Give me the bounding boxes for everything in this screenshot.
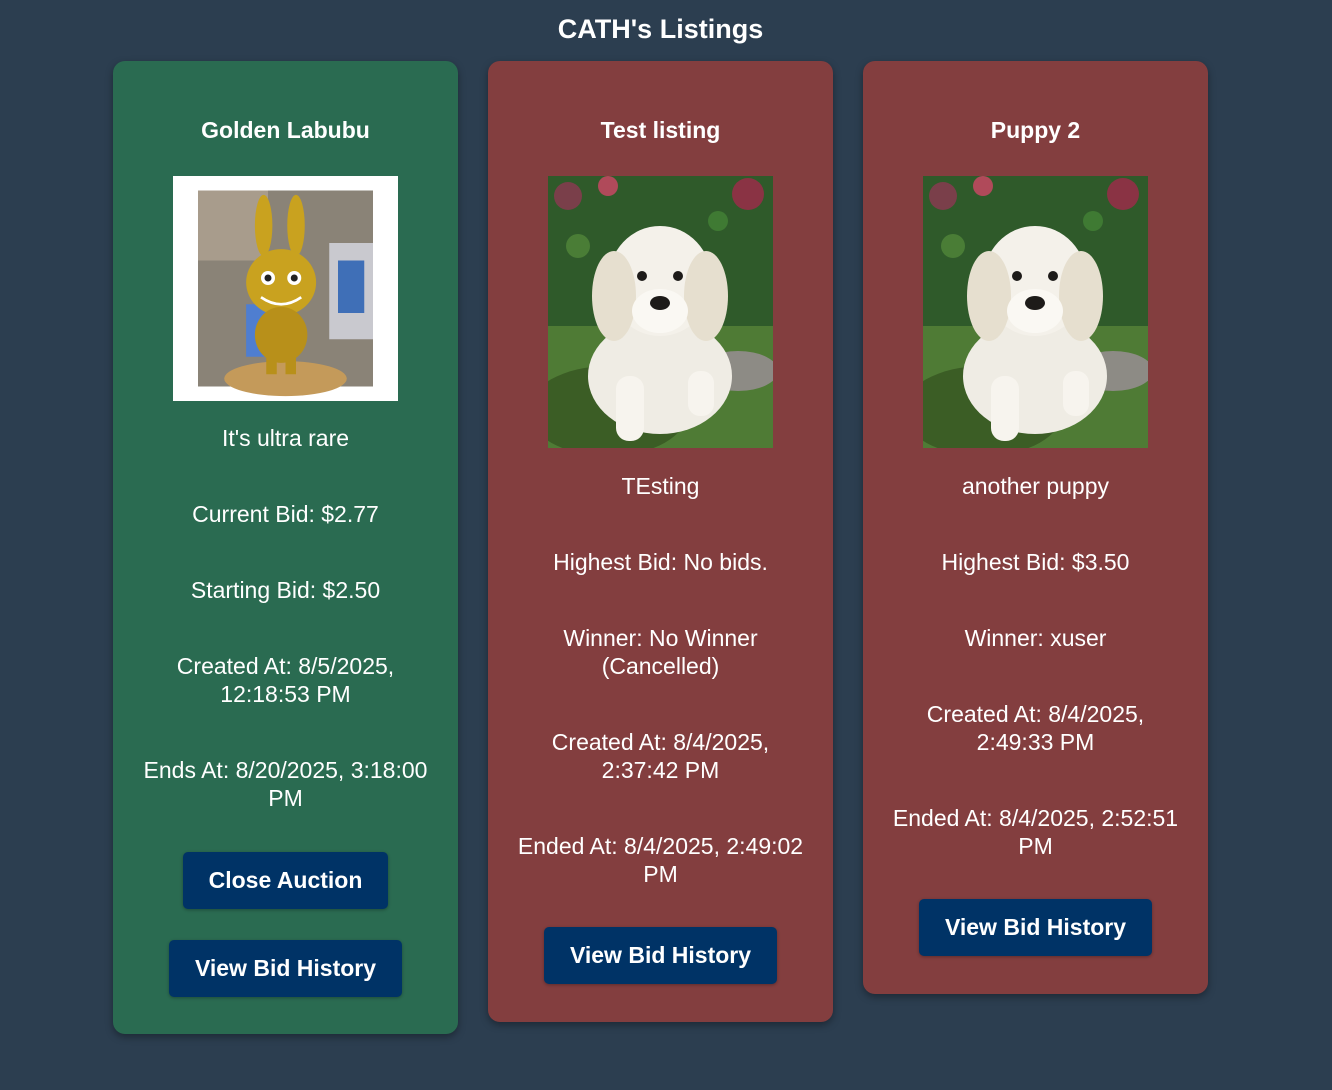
listing-image	[173, 176, 398, 401]
golden-labubu-figure-image	[198, 176, 373, 401]
white-puppy-photo-image	[548, 176, 773, 448]
listing-title: Golden Labubu	[201, 117, 370, 143]
listing-card-puppy-2: Puppy 2 another puppy Highest Bid: $3.50…	[863, 61, 1208, 994]
current-bid: Current Bid: $2.77	[192, 501, 379, 527]
ended-at: Ended At: 8/4/2025, 2:49:02 PM	[517, 833, 804, 887]
close-auction-button[interactable]: Close Auction	[183, 852, 388, 909]
ends-at: Ends At: 8/20/2025, 3:18:00 PM	[143, 757, 428, 811]
created-at: Created At: 8/5/2025, 12:18:53 PM	[176, 653, 395, 707]
white-puppy-photo-image	[923, 176, 1148, 448]
listing-description: TEsting	[621, 473, 700, 499]
listing-description: another puppy	[961, 473, 1110, 499]
view-bid-history-button[interactable]: View Bid History	[544, 927, 777, 984]
listing-card-test-listing: Test listing TEsting Highest Bid: No bid…	[488, 61, 833, 1022]
winner: Winner: No Winner (Cancelled)	[563, 625, 758, 679]
view-bid-history-button[interactable]: View Bid History	[169, 940, 402, 997]
created-at: Created At: 8/4/2025, 2:49:33 PM	[926, 701, 1145, 755]
page-title: CATH's Listings	[557, 14, 764, 44]
starting-bid: Starting Bid: $2.50	[190, 577, 381, 603]
listing-title: Puppy 2	[990, 117, 1081, 143]
listing-card-golden-labubu: Golden Labubu It's ultra rare Current Bi…	[113, 61, 458, 1034]
winner: Winner: xuser	[964, 625, 1107, 651]
highest-bid: Highest Bid: No bids.	[553, 549, 768, 575]
listing-image	[923, 176, 1148, 448]
listing-image	[548, 176, 773, 448]
highest-bid: Highest Bid: $3.50	[941, 549, 1130, 575]
ended-at: Ended At: 8/4/2025, 2:52:51 PM	[892, 805, 1179, 859]
listing-title: Test listing	[600, 117, 721, 143]
created-at: Created At: 8/4/2025, 2:37:42 PM	[551, 729, 770, 783]
view-bid-history-button[interactable]: View Bid History	[919, 899, 1152, 956]
listing-description: It's ultra rare	[221, 425, 350, 451]
